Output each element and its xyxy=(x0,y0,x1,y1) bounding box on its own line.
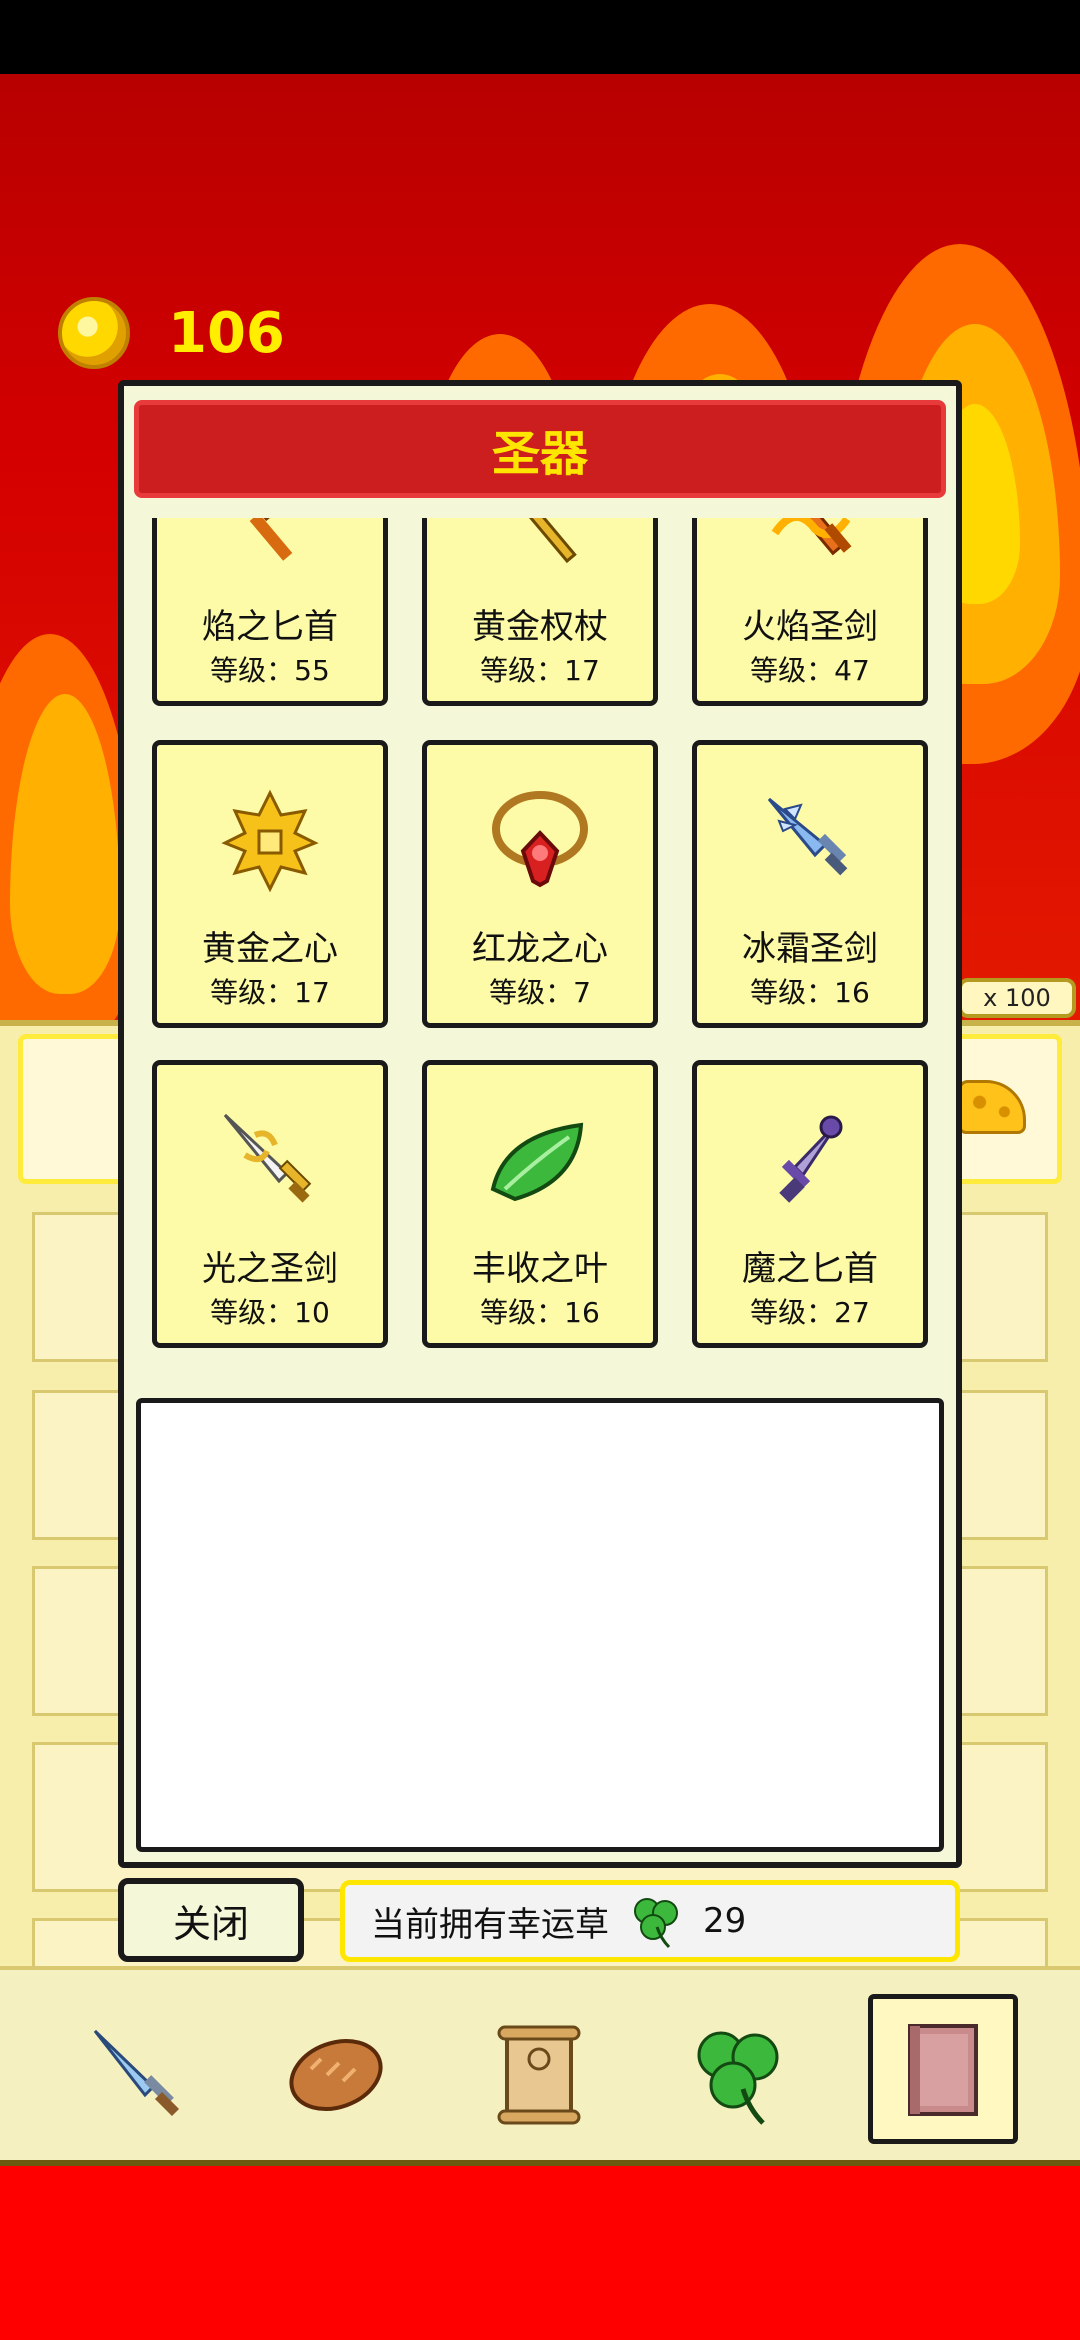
sword-icon xyxy=(93,2029,180,2117)
flame-holy-sword-icon xyxy=(771,518,852,556)
artifact-card[interactable]: 焰之匕首 等级：55 xyxy=(152,518,388,706)
close-button[interactable]: 关闭 xyxy=(118,1878,304,1962)
artifact-level: 等级：17 xyxy=(210,976,330,1009)
artifact-modal: 圣器 焰之匕首 等级：55 黄金权杖 等级：17 火焰圣剑 等级：47 黄金之心… xyxy=(118,380,962,1868)
clover-count: 29 xyxy=(703,1901,747,1941)
artifact-level: 等级：47 xyxy=(750,654,870,687)
currency-display: 106 xyxy=(58,296,285,370)
artifact-name: 丰收之叶 xyxy=(472,1249,608,1289)
artifact-card[interactable]: 黄金之心 等级：17 xyxy=(152,740,388,1028)
coin-count: 106 xyxy=(168,300,285,366)
gold-coin-icon xyxy=(58,297,130,369)
bottom-navigation xyxy=(0,1966,1080,2166)
artifact-name: 黄金之心 xyxy=(202,929,338,969)
artifact-level: 等级：16 xyxy=(750,976,870,1009)
golden-heart-icon xyxy=(221,789,319,893)
artifact-level: 等级：17 xyxy=(480,654,600,687)
artifact-level: 等级：10 xyxy=(210,1296,330,1329)
book-icon xyxy=(908,2024,978,2116)
multiplier-badge: x 100 xyxy=(958,978,1076,1018)
artifact-name: 冰霜圣剑 xyxy=(742,929,878,969)
artifact-card[interactable]: 魔之匕首 等级：27 xyxy=(692,1060,928,1348)
artifact-description-box xyxy=(136,1398,944,1852)
light-holy-sword-icon xyxy=(223,1113,312,1203)
artifact-name: 红龙之心 xyxy=(472,929,608,969)
artifact-level: 等级：27 xyxy=(750,1296,870,1329)
artifact-card[interactable]: 火焰圣剑 等级：47 xyxy=(692,518,928,706)
clover-counter-label: 当前拥有幸运草 xyxy=(371,1904,609,1945)
artifact-card[interactable]: 红龙之心 等级：7 xyxy=(422,740,658,1028)
golden-scepter-icon xyxy=(503,518,577,564)
status-bar xyxy=(0,0,1080,74)
modal-header: 圣器 xyxy=(134,400,946,498)
artifact-name: 光之圣剑 xyxy=(202,1249,338,1289)
artifact-name: 黄金权杖 xyxy=(472,607,608,647)
artifact-card[interactable]: 黄金权杖 等级：17 xyxy=(422,518,658,706)
modal-title: 圣器 xyxy=(491,426,588,482)
flame-dagger-icon xyxy=(249,518,293,561)
artifact-card[interactable]: 冰霜圣剑 等级：16 xyxy=(692,740,928,1028)
nav-clover[interactable] xyxy=(668,2004,808,2144)
artifact-name: 焰之匕首 xyxy=(202,607,338,647)
harvest-leaf-icon xyxy=(490,1122,584,1202)
demon-dagger-icon xyxy=(779,1115,843,1203)
nav-food[interactable] xyxy=(266,2004,406,2144)
artifact-card[interactable]: 光之圣剑 等级：10 xyxy=(152,1060,388,1348)
clover-icon xyxy=(697,2031,779,2125)
frost-holy-sword-icon xyxy=(767,797,848,876)
nav-weapon[interactable] xyxy=(68,2004,208,2144)
red-dragon-heart-icon xyxy=(492,791,588,888)
artifact-level: 等级：7 xyxy=(489,976,591,1009)
artifact-grid[interactable]: 焰之匕首 等级：55 黄金权杖 等级：17 火焰圣剑 等级：47 黄金之心 等级… xyxy=(124,518,956,1388)
bread-icon xyxy=(289,2039,383,2111)
nav-scroll[interactable] xyxy=(468,2004,608,2144)
scroll-icon xyxy=(497,2025,581,2125)
artifact-name: 火焰圣剑 xyxy=(742,607,878,647)
clover-counter: 当前拥有幸运草 29 xyxy=(340,1880,960,1962)
artifact-card[interactable]: 丰收之叶 等级：16 xyxy=(422,1060,658,1348)
clover-icon xyxy=(634,1898,678,1949)
nav-book[interactable] xyxy=(868,1994,1018,2144)
artifact-level: 等级：55 xyxy=(210,654,330,687)
artifact-name: 魔之匕首 xyxy=(742,1249,878,1289)
artifact-level: 等级：16 xyxy=(480,1296,600,1329)
